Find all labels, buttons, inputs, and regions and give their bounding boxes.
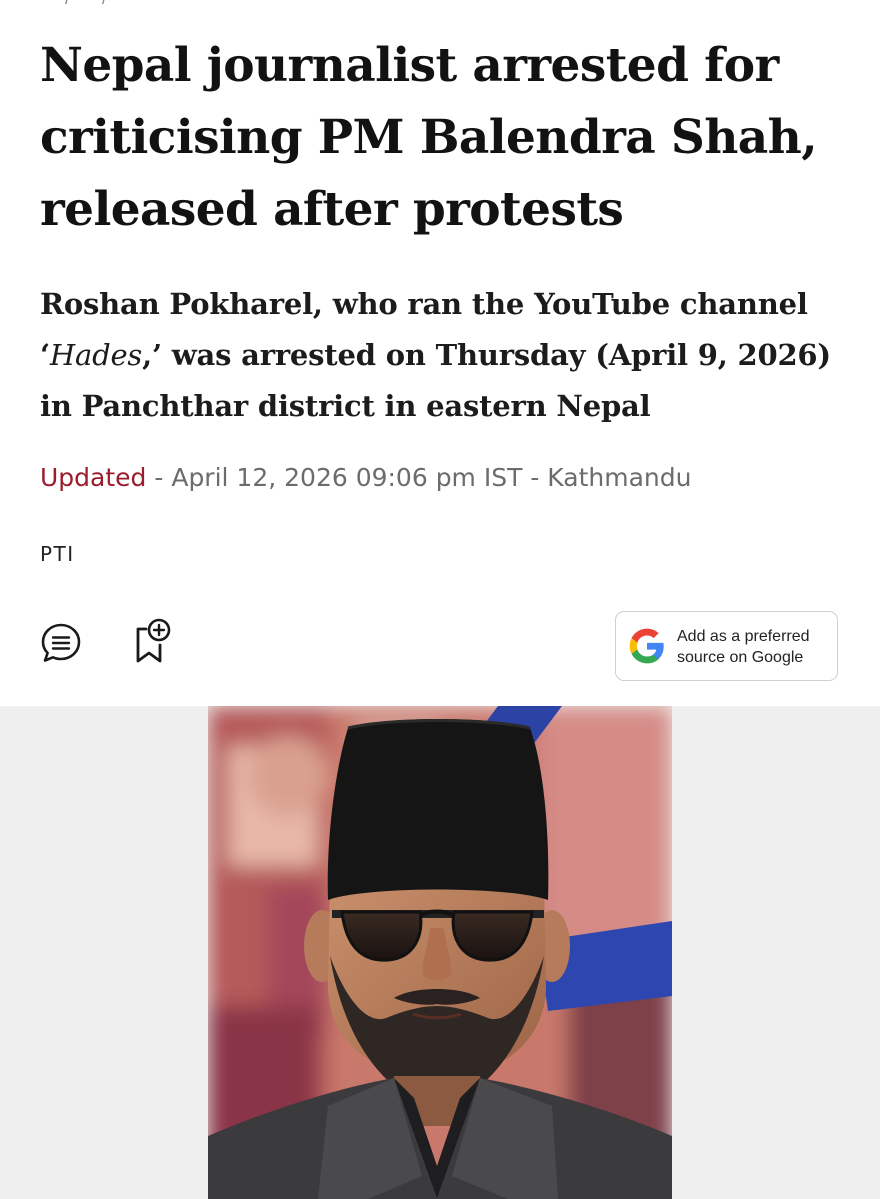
breadcrumb[interactable]: — / — / —: [40, 0, 133, 9]
updated-datetime: - April 12, 2026 09:06 pm IST -: [146, 463, 548, 492]
comment-icon-graphic: [41, 623, 81, 662]
article-headline: Nepal journalist arrested for criticisin…: [40, 38, 818, 237]
add-preferred-source-google-button[interactable]: Add as a preferred source on Google: [615, 611, 838, 681]
google-g-icon: [629, 628, 664, 664]
google-button-label: Add as a preferred source on Google: [677, 628, 810, 666]
bookmark-add-icon-graphic: [136, 618, 171, 663]
article-photo: [208, 706, 672, 1199]
article-byline[interactable]: PTI: [40, 542, 75, 566]
dateline-location: Kathmandu: [547, 463, 692, 492]
updated-label: Updated: [40, 463, 147, 492]
article-meta: Updated - April 12, 2026 09:06 pm IST - …: [40, 460, 691, 496]
summary-text-end: ,’ was arrested on Thursday (April 9, 20…: [40, 338, 831, 423]
article-photo-band: [0, 706, 880, 1199]
bookmark-add-icon[interactable]: [132, 617, 172, 665]
comment-icon[interactable]: [40, 622, 82, 664]
article-summary: Roshan Pokharel, who ran the YouTube cha…: [40, 279, 840, 432]
summary-channel-name: Hades: [49, 338, 143, 372]
